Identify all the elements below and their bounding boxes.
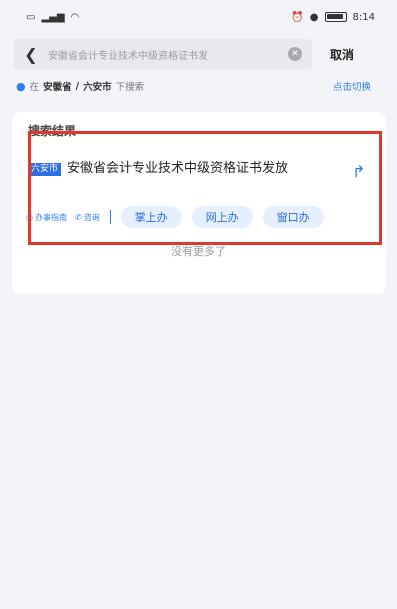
sim-icon: ▭: [26, 11, 36, 23]
results-card: 搜索结果: [12, 112, 386, 294]
location-suffix: 下搜索: [115, 82, 145, 93]
result-item-title[interactable]: 六安市 安徽省会计专业技术中级资格证书发放: [28, 160, 338, 177]
location-province: 安徽省: [43, 82, 72, 93]
result-title-text[interactable]: 安徽省会计专业技术中级资格证书发放: [67, 161, 288, 176]
alarm-icon: ⏰: [291, 11, 304, 23]
channel-online-button[interactable]: 网上办: [191, 206, 253, 228]
search-input[interactable]: 安徽省会计专业技术中级资格证书发: [48, 47, 278, 62]
wifi-icon: ◠: [70, 11, 80, 23]
location-icon: ●: [309, 11, 319, 23]
channel-window-button[interactable]: 窗口办: [262, 206, 324, 228]
clear-icon[interactable]: ✕: [288, 47, 302, 61]
result-actions: ◷ 办事指南 ✆ 咨询 掌上办 网上办 窗口办: [26, 205, 378, 229]
guide-link[interactable]: ◷ 办事指南: [26, 212, 67, 223]
channel-mobile-button[interactable]: 掌上办: [120, 206, 182, 228]
guide-icon: ◷: [26, 212, 33, 222]
location-row: ● 在 安徽省 / 六安市 下搜索 点击切换: [0, 76, 397, 96]
status-bar: ▭ ▂▄▆ ◠ ⏰ ● 8:14: [0, 0, 397, 34]
cancel-button[interactable]: 取消: [330, 46, 354, 63]
phone-icon: ✆: [74, 212, 82, 222]
back-icon[interactable]: ❮: [24, 45, 38, 64]
location-pin-icon: ●: [16, 79, 26, 93]
battery-icon: [324, 12, 347, 22]
share-icon[interactable]: ↱: [352, 162, 365, 181]
status-right: ⏰ ● 8:14: [291, 12, 375, 23]
consult-link[interactable]: ✆ 咨询: [75, 212, 100, 223]
location-info: ● 在 安徽省 / 六安市 下搜索: [16, 79, 145, 94]
search-row: ❮ 安徽省会计专业技术中级资格证书发 ✕ 取消: [0, 34, 397, 74]
guide-label: 办事指南: [34, 212, 67, 222]
location-separator: /: [75, 80, 80, 92]
divider: [109, 210, 111, 224]
location-prefix: 在: [29, 82, 40, 93]
location-city: 六安市: [83, 82, 112, 93]
status-time: 8:14: [352, 11, 375, 23]
region-tag: 六安市: [28, 163, 62, 176]
switch-location-link[interactable]: 点击切换: [333, 79, 371, 93]
status-left: ▭ ▂▄▆ ◠: [26, 12, 79, 23]
no-more-text: 没有更多了: [171, 245, 226, 258]
results-section-title: 搜索结果: [28, 124, 77, 138]
search-box[interactable]: ❮ 安徽省会计专业技术中级资格证书发 ✕: [14, 39, 312, 69]
consult-label: 咨询: [83, 212, 100, 222]
signal-icon: ▂▄▆: [41, 11, 65, 23]
